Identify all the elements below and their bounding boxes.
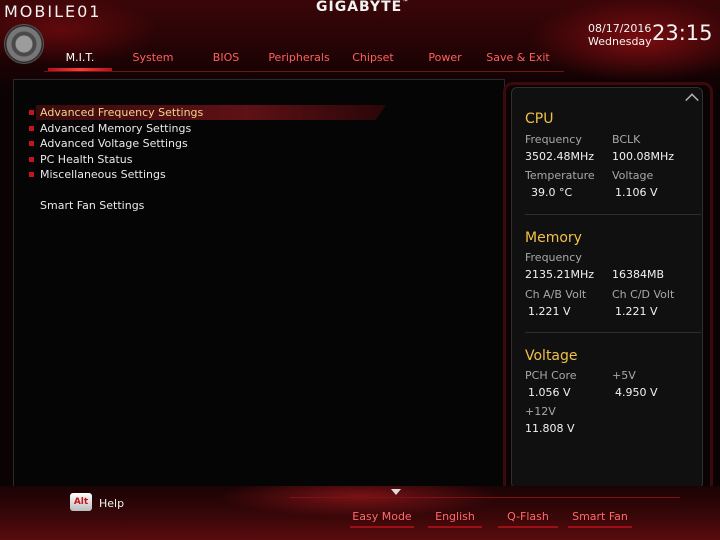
bullet-icon <box>29 172 34 177</box>
cpu-title: CPU <box>525 111 554 127</box>
cpu-voltage-label: Voltage <box>612 169 654 182</box>
memory-chab-value: 1.221 V <box>528 305 571 318</box>
scroll-down-icon[interactable] <box>391 489 401 495</box>
menu-item-label: Advanced Frequency Settings <box>40 106 204 119</box>
tab-bar: M.I.T. System BIOS Peripherals Chipset P… <box>48 48 560 71</box>
collapse-icon[interactable] <box>685 93 699 107</box>
pch-core-label: PCH Core <box>525 369 577 382</box>
memory-chcd-label: Ch C/D Volt <box>612 288 675 301</box>
tab-bios[interactable]: BIOS <box>196 48 256 68</box>
memory-chab-label: Ch A/B Volt <box>525 288 587 301</box>
section-divider <box>525 214 701 215</box>
tab-save-exit[interactable]: Save & Exit <box>482 48 554 68</box>
menu-item-label: Advanced Memory Settings <box>40 122 192 135</box>
trademark-icon: ™ <box>402 0 410 6</box>
menu-item-pc-health[interactable]: PC Health Status <box>29 152 133 167</box>
watermark-logo: MOBILE01 <box>4 2 102 21</box>
cpu-temperature-label: Temperature <box>525 169 595 182</box>
menu-item-advanced-voltage[interactable]: Advanced Voltage Settings <box>29 136 188 151</box>
bullet-icon <box>29 110 34 115</box>
brand-logo: GIGABYTE™ <box>316 0 409 15</box>
p5v-value: 4.950 V <box>615 386 658 399</box>
cpu-temperature-value: 39.0 °C <box>531 186 573 199</box>
system-info-panel: CPU Frequency BCLK 3502.48MHz 100.08MHz … <box>511 87 703 489</box>
tab-peripherals[interactable]: Peripherals <box>264 48 334 68</box>
clock: 23:15 <box>652 21 713 45</box>
easy-mode-button[interactable]: Easy Mode <box>350 509 414 528</box>
menu-item-smart-fan[interactable]: Smart Fan Settings <box>40 198 144 213</box>
help-label[interactable]: Help <box>99 497 124 510</box>
menu-item-advanced-frequency[interactable]: Advanced Frequency Settings <box>29 105 204 120</box>
tab-mit[interactable]: M.I.T. <box>48 48 112 71</box>
q-flash-button[interactable]: Q-Flash <box>498 509 558 528</box>
cpu-bclk-label: BCLK <box>612 133 641 146</box>
bullet-icon <box>29 141 34 146</box>
tab-power[interactable]: Power <box>414 48 476 68</box>
bullet-icon <box>29 157 34 162</box>
menu-item-label: Advanced Voltage Settings <box>40 137 188 150</box>
voltage-title: Voltage <box>525 348 578 364</box>
tab-system[interactable]: System <box>120 48 186 68</box>
weekday-text: Wednesday <box>588 35 652 48</box>
tab-chipset[interactable]: Chipset <box>342 48 404 68</box>
memory-frequency-label: Frequency <box>525 251 582 264</box>
date-text: 08/17/2016 <box>588 22 652 35</box>
cpu-frequency-value: 3502.48MHz <box>525 150 595 163</box>
help-key-icon[interactable]: Alt <box>70 493 92 511</box>
footer-divider <box>290 497 680 498</box>
cpu-bclk-value: 100.08MHz <box>612 150 675 163</box>
menu-item-miscellaneous[interactable]: Miscellaneous Settings <box>29 167 166 182</box>
memory-size-value: 16384MB <box>612 268 665 281</box>
gear-icon[interactable] <box>4 24 44 64</box>
tab-divider <box>44 71 564 72</box>
p12v-label: +12V <box>525 405 556 418</box>
memory-frequency-value: 2135.21MHz <box>525 268 595 281</box>
menu-item-label: Miscellaneous Settings <box>40 168 166 181</box>
p5v-label: +5V <box>612 369 636 382</box>
bullet-icon <box>29 126 34 131</box>
language-button[interactable]: English <box>428 509 482 528</box>
date-display: 08/17/2016 Wednesday <box>588 22 652 48</box>
brand-text: GIGABYTE <box>316 0 403 15</box>
menu-item-label: Smart Fan Settings <box>40 199 145 212</box>
pch-core-value: 1.056 V <box>528 386 571 399</box>
settings-panel: Advanced Frequency Settings Advanced Mem… <box>13 79 505 492</box>
smart-fan-button[interactable]: Smart Fan <box>568 509 632 528</box>
cpu-voltage-value: 1.106 V <box>615 186 658 199</box>
p12v-value: 11.808 V <box>525 422 575 435</box>
menu-item-label: PC Health Status <box>40 153 133 166</box>
menu-item-advanced-memory[interactable]: Advanced Memory Settings <box>29 121 192 136</box>
memory-title: Memory <box>525 230 582 246</box>
memory-chcd-value: 1.221 V <box>615 305 658 318</box>
cpu-frequency-label: Frequency <box>525 133 582 146</box>
section-divider <box>525 332 701 333</box>
